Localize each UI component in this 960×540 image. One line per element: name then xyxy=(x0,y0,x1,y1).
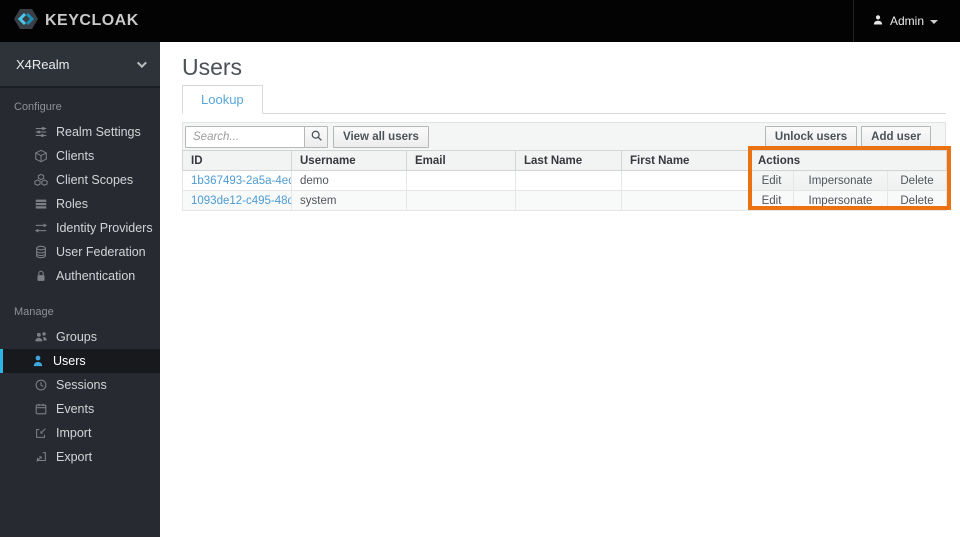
sidebar-item-realm-settings[interactable]: Realm Settings xyxy=(0,120,160,144)
import-icon xyxy=(33,426,48,441)
section-label-manage: Manage xyxy=(14,306,54,318)
sidebar-item-label: Realm Settings xyxy=(56,125,141,139)
export-icon xyxy=(33,450,48,465)
tab-strip: Lookup xyxy=(182,85,946,114)
sidebar-item-import[interactable]: Import xyxy=(0,421,160,445)
view-all-users-button[interactable]: View all users xyxy=(333,125,429,148)
column-header-first-name: First Name xyxy=(621,150,750,171)
database-icon xyxy=(33,245,48,260)
admin-label: Admin xyxy=(889,14,924,28)
unlock-users-button[interactable]: Unlock users xyxy=(764,125,858,148)
impersonate-button[interactable]: Impersonate xyxy=(793,170,888,191)
last-name-cell xyxy=(515,190,622,211)
lock-icon xyxy=(33,269,48,284)
sidebar-item-user-federation[interactable]: User Federation xyxy=(0,240,160,264)
tab-lookup[interactable]: Lookup xyxy=(182,85,263,114)
sidebar-item-events[interactable]: Events xyxy=(0,397,160,421)
sidebar-item-client-scopes[interactable]: Client Scopes xyxy=(0,168,160,192)
sidebar-item-sessions[interactable]: Sessions xyxy=(0,373,160,397)
cubes-icon xyxy=(33,173,48,188)
column-header-last-name: Last Name xyxy=(515,150,622,171)
search-button[interactable] xyxy=(304,125,328,148)
edit-button[interactable]: Edit xyxy=(749,190,794,211)
user-icon xyxy=(872,14,884,29)
main-content: Users Lookup View all users xyxy=(160,42,960,540)
user-id-cell: 1b367493-2a5a-4edc-... xyxy=(182,170,292,191)
group-icon xyxy=(33,330,48,345)
chevron-down-icon xyxy=(930,19,938,24)
column-header-id: ID xyxy=(182,150,292,171)
sidebar-item-label: Authentication xyxy=(56,269,136,283)
sidebar-item-label: Import xyxy=(56,426,92,440)
admin-user-menu[interactable]: Admin xyxy=(854,0,960,42)
user-id-link[interactable]: 1b367493-2a5a-4edc-... xyxy=(191,175,291,187)
users-datatable: View all users Unlock users Add user ID … xyxy=(182,122,948,211)
realm-name: X4Realm xyxy=(16,56,70,72)
sidebar-item-users[interactable]: Users xyxy=(0,349,160,373)
first-name-cell xyxy=(621,190,750,211)
table-row: 1b367493-2a5a-4edc-... demo Edit Imperso… xyxy=(182,170,948,191)
add-user-button[interactable]: Add user xyxy=(861,125,931,148)
realm-selector[interactable]: X4Realm xyxy=(0,42,160,88)
sidebar: X4Realm Configure Realm Settings Clients xyxy=(0,42,160,537)
column-header-email: Email xyxy=(406,150,516,171)
impersonate-button[interactable]: Impersonate xyxy=(793,190,888,211)
sidebar-item-groups[interactable]: Groups xyxy=(0,325,160,349)
email-cell xyxy=(406,190,516,211)
cube-icon xyxy=(33,149,48,164)
sidebar-item-label: Export xyxy=(56,450,93,464)
last-name-cell xyxy=(515,170,622,191)
username-cell: demo xyxy=(291,170,407,191)
sidebar-item-label: Sessions xyxy=(56,378,107,392)
sidebar-item-export[interactable]: Export xyxy=(0,445,160,469)
top-bar: KEYCLOAK Admin xyxy=(0,0,960,42)
keycloak-logo[interactable]: KEYCLOAK xyxy=(0,7,139,36)
keycloak-logo-icon xyxy=(13,7,39,36)
user-id-link[interactable]: 1093de12-c495-48d8-... xyxy=(191,195,291,207)
clock-icon xyxy=(33,378,48,393)
brand-text: KEYCLOAK xyxy=(45,12,139,29)
list-icon xyxy=(33,197,48,212)
sidebar-item-label: Events xyxy=(56,402,95,416)
sidebar-item-identity-providers[interactable]: Identity Providers xyxy=(0,216,160,240)
sidebar-item-clients[interactable]: Clients xyxy=(0,144,160,168)
sidebar-item-label: User Federation xyxy=(56,245,146,259)
column-header-actions: Actions xyxy=(748,150,948,171)
sidebar-item-authentication[interactable]: Authentication xyxy=(0,264,160,288)
user-icon xyxy=(30,354,45,369)
user-id-cell: 1093de12-c495-48d8-... xyxy=(182,190,292,211)
search-input[interactable] xyxy=(185,125,305,148)
delete-button[interactable]: Delete xyxy=(886,190,948,211)
table-header-row: ID Username Email Last Name First Name A… xyxy=(182,150,948,171)
calendar-icon xyxy=(33,402,48,417)
sidebar-item-label: Client Scopes xyxy=(56,173,134,187)
sliders-icon xyxy=(33,125,48,140)
sidebar-item-label: Identity Providers xyxy=(56,221,153,235)
sidebar-item-roles[interactable]: Roles xyxy=(0,192,160,216)
username-cell: system xyxy=(291,190,407,211)
chevron-down-icon xyxy=(136,57,147,68)
sidebar-item-label: Groups xyxy=(56,330,97,344)
search-icon xyxy=(310,129,323,145)
table-toolbar: View all users Unlock users Add user xyxy=(182,122,946,150)
sidebar-item-label: Roles xyxy=(56,197,88,211)
users-table: ID Username Email Last Name First Name A… xyxy=(182,150,948,211)
table-row: 1093de12-c495-48d8-... system Edit Imper… xyxy=(182,190,948,211)
section-label-configure: Configure xyxy=(14,101,62,113)
edit-button[interactable]: Edit xyxy=(749,170,794,191)
sidebar-item-label: Users xyxy=(53,354,86,368)
page-title: Users xyxy=(182,54,243,80)
exchange-icon xyxy=(33,221,48,236)
column-header-username: Username xyxy=(291,150,407,171)
email-cell xyxy=(406,170,516,191)
sidebar-item-label: Clients xyxy=(56,149,95,163)
delete-button[interactable]: Delete xyxy=(886,170,948,191)
first-name-cell xyxy=(621,170,750,191)
